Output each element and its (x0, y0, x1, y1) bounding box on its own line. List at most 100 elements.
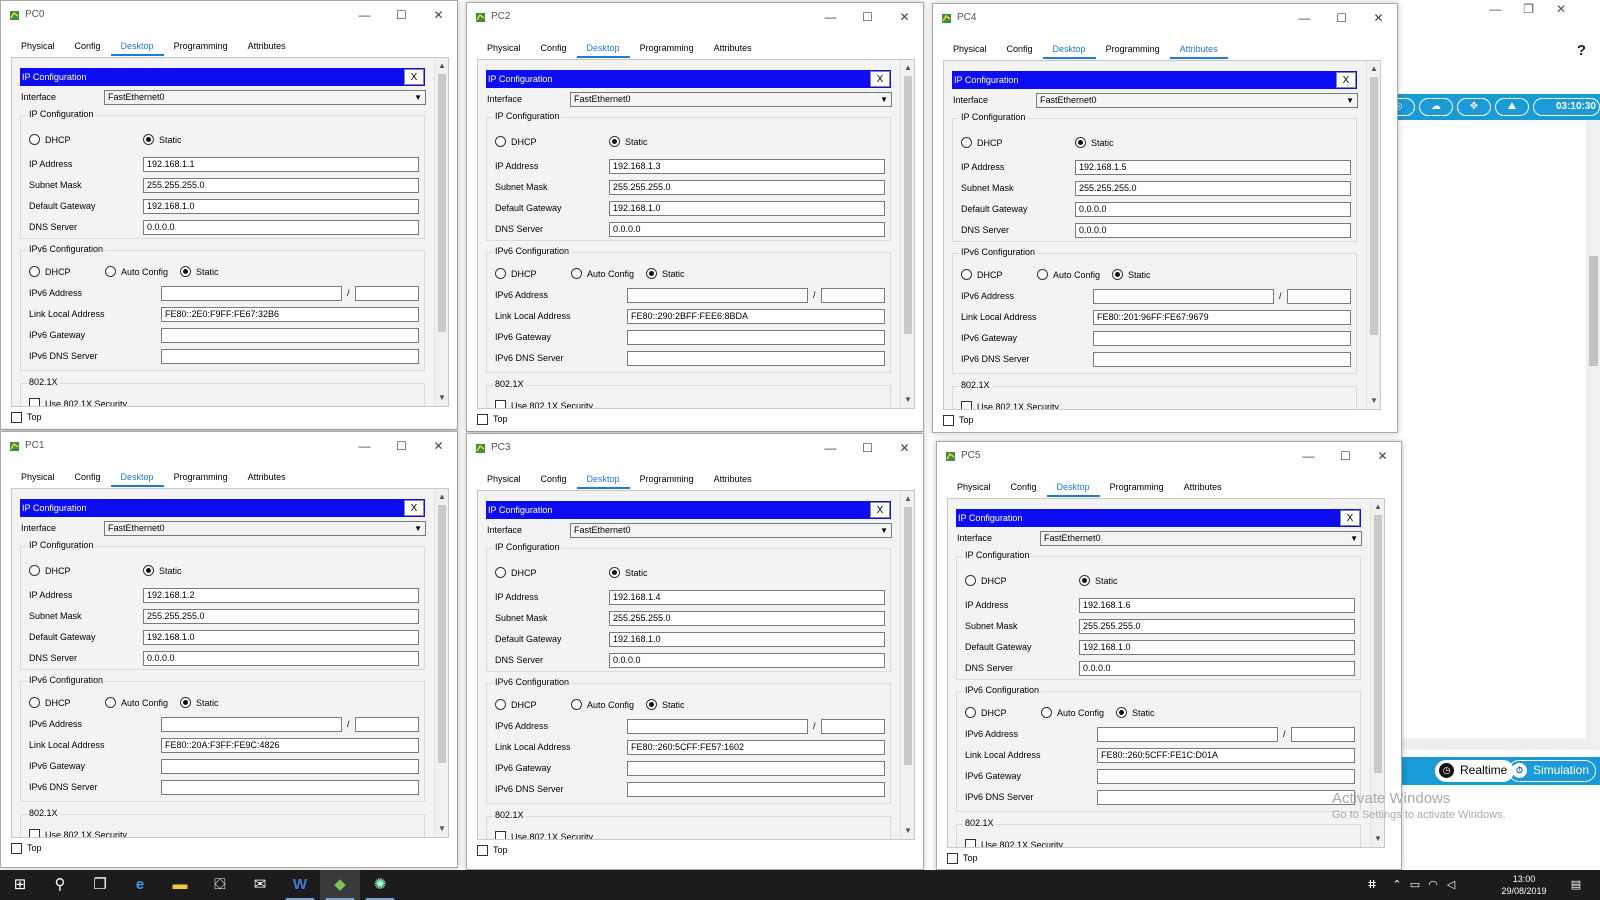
ipv6-auto-config-radio[interactable] (1041, 707, 1052, 718)
link-local-input[interactable]: FE80::2E0:F9FF:FE67:32B6 (161, 307, 419, 322)
tab-config[interactable]: Config (997, 41, 1043, 59)
scroll-down-icon[interactable]: ▼ (901, 825, 914, 837)
minimize-icon[interactable]: — (346, 1, 383, 31)
tab-desktop[interactable]: Desktop (1042, 41, 1096, 59)
ipv4-dhcp-radio[interactable] (29, 565, 40, 576)
default-gateway-input[interactable]: 0.0.0.0 (1075, 202, 1351, 217)
ipv6-dns-input[interactable] (627, 351, 885, 366)
ipv6-gateway-input[interactable] (1093, 331, 1351, 346)
tab-programming[interactable]: Programming (164, 469, 238, 487)
subnet-mask-input[interactable]: 255.255.255.0 (1079, 619, 1355, 634)
dns-server-input[interactable]: 0.0.0.0 (143, 220, 419, 235)
battery-icon[interactable]: ▭ (1406, 870, 1424, 900)
ipv6-prefix-input[interactable] (1287, 289, 1351, 304)
file-explorer-icon[interactable]: ▬ (160, 870, 200, 900)
subnet-mask-input[interactable]: 255.255.255.0 (1075, 181, 1351, 196)
close-icon[interactable]: ✕ (420, 432, 457, 462)
realtime-mode-button[interactable]: ◷ Realtime (1435, 760, 1515, 782)
main-window-controls[interactable]: —❐✕ (1489, 2, 1588, 16)
window-title-bar[interactable]: PC2 — ☐ ✕ (467, 3, 923, 33)
ipv4-dhcp-radio[interactable] (29, 134, 40, 145)
ipv4-static-radio[interactable] (143, 134, 154, 145)
search-icon[interactable]: ⚲ (40, 870, 80, 900)
scroll-up-icon[interactable]: ▲ (1367, 63, 1380, 75)
scroll-down-icon[interactable]: ▼ (901, 394, 914, 406)
ipv6-auto-config-radio[interactable] (571, 268, 582, 279)
chevron-up-icon[interactable]: ⌃ (1388, 870, 1406, 900)
ipv6-gateway-input[interactable] (627, 330, 885, 345)
link-local-input[interactable]: FE80::260:5CFF:FE1C:D01A (1097, 748, 1355, 763)
ipv6-gateway-input[interactable] (1097, 769, 1355, 784)
workspace-vertical-scrollbar[interactable] (1586, 120, 1600, 738)
content-vertical-scrollbar[interactable]: ▲ ▼ (1366, 61, 1380, 409)
top-checkbox[interactable] (477, 414, 488, 425)
maximize-icon[interactable]: ☐ (849, 3, 886, 33)
link-local-input[interactable]: FE80::20A:F3FF:FE9C:4826 (161, 738, 419, 753)
scroll-up-icon[interactable]: ▲ (901, 62, 914, 74)
ipv4-static-radio[interactable] (1079, 575, 1090, 586)
ipv6-dns-input[interactable] (1093, 352, 1351, 367)
default-gateway-input[interactable]: 192.168.1.0 (143, 630, 419, 645)
ipv6-prefix-input[interactable] (355, 286, 419, 301)
ipv6-dhcp-radio[interactable] (29, 266, 40, 277)
interface-select[interactable]: FastEthernet0 ▼ (1036, 93, 1358, 108)
volume-icon[interactable]: ◁ (1442, 870, 1460, 900)
content-vertical-scrollbar[interactable]: ▲ ▼ (434, 489, 448, 837)
ipv6-address-input[interactable] (627, 719, 808, 734)
ipv6-dns-input[interactable] (1097, 790, 1355, 805)
default-gateway-input[interactable]: 192.168.1.0 (609, 632, 885, 647)
scroll-down-icon[interactable]: ▼ (1371, 833, 1384, 845)
ipv4-dhcp-radio[interactable] (495, 567, 506, 578)
minimize-icon[interactable]: — (1286, 4, 1323, 34)
content-vertical-scrollbar[interactable]: ▲ ▼ (900, 491, 914, 839)
dot1x-checkbox[interactable] (29, 398, 40, 406)
ipv4-static-radio[interactable] (143, 565, 154, 576)
ipv6-auto-config-radio[interactable] (1037, 269, 1048, 280)
scroll-down-icon[interactable]: ▼ (435, 392, 448, 404)
store-icon[interactable]: ⛋ (200, 870, 240, 900)
ip-config-close-button[interactable]: X (870, 71, 890, 87)
ipv6-dns-input[interactable] (627, 782, 885, 797)
ip-address-input[interactable]: 192.168.1.1 (143, 157, 419, 172)
scroll-up-icon[interactable]: ▲ (1371, 501, 1384, 513)
tab-config[interactable]: Config (1001, 479, 1047, 497)
top-checkbox[interactable] (11, 843, 22, 854)
scroll-thumb[interactable] (904, 507, 912, 765)
ipv6-prefix-input[interactable] (355, 717, 419, 732)
move-icon[interactable]: ✥ (1457, 98, 1491, 116)
link-local-input[interactable]: FE80::290:2BFF:FEE6:8BDA (627, 309, 885, 324)
tab-attributes[interactable]: Attributes (238, 469, 296, 487)
ip-address-input[interactable]: 192.168.1.2 (143, 588, 419, 603)
tab-programming[interactable]: Programming (630, 471, 704, 489)
tab-config[interactable]: Config (531, 471, 577, 489)
link-local-input[interactable]: FE80::201:96FF:FE67:9679 (1093, 310, 1351, 325)
ipv6-gateway-input[interactable] (161, 328, 419, 343)
window-title-bar[interactable]: PC5 — ☐ ✕ (937, 442, 1401, 472)
ipv6-address-input[interactable] (627, 288, 808, 303)
tab-attributes[interactable]: Attributes (1169, 41, 1228, 59)
interface-select[interactable]: FastEthernet0 ▼ (570, 92, 892, 107)
tab-desktop[interactable]: Desktop (576, 471, 630, 489)
ipv6-dhcp-radio[interactable] (495, 699, 506, 710)
tab-desktop[interactable]: Desktop (110, 38, 164, 56)
tab-programming[interactable]: Programming (1096, 41, 1170, 59)
top-checkbox[interactable] (947, 853, 958, 864)
tab-desktop[interactable]: Desktop (110, 469, 164, 487)
ipv6-dhcp-radio[interactable] (495, 268, 506, 279)
maximize-icon[interactable]: ☐ (1323, 4, 1360, 34)
interface-select[interactable]: FastEthernet0 ▼ (104, 521, 426, 536)
ipv4-dhcp-radio[interactable] (495, 136, 506, 147)
tab-config[interactable]: Config (65, 469, 111, 487)
dot1x-checkbox[interactable] (29, 829, 40, 837)
ipv4-static-radio[interactable] (1075, 137, 1086, 148)
maximize-icon[interactable]: ☐ (383, 432, 420, 462)
scroll-up-icon[interactable]: ▲ (435, 60, 448, 72)
ipv4-static-radio[interactable] (609, 567, 620, 578)
windows-start-icon[interactable]: ⊞ (0, 870, 40, 900)
dns-server-input[interactable]: 0.0.0.0 (1075, 223, 1351, 238)
ipv6-dhcp-radio[interactable] (961, 269, 972, 280)
tab-desktop[interactable]: Desktop (1046, 479, 1100, 497)
ipv6-static-radio[interactable] (180, 697, 191, 708)
ipv6-dhcp-radio[interactable] (965, 707, 976, 718)
ipv6-static-radio[interactable] (1112, 269, 1123, 280)
